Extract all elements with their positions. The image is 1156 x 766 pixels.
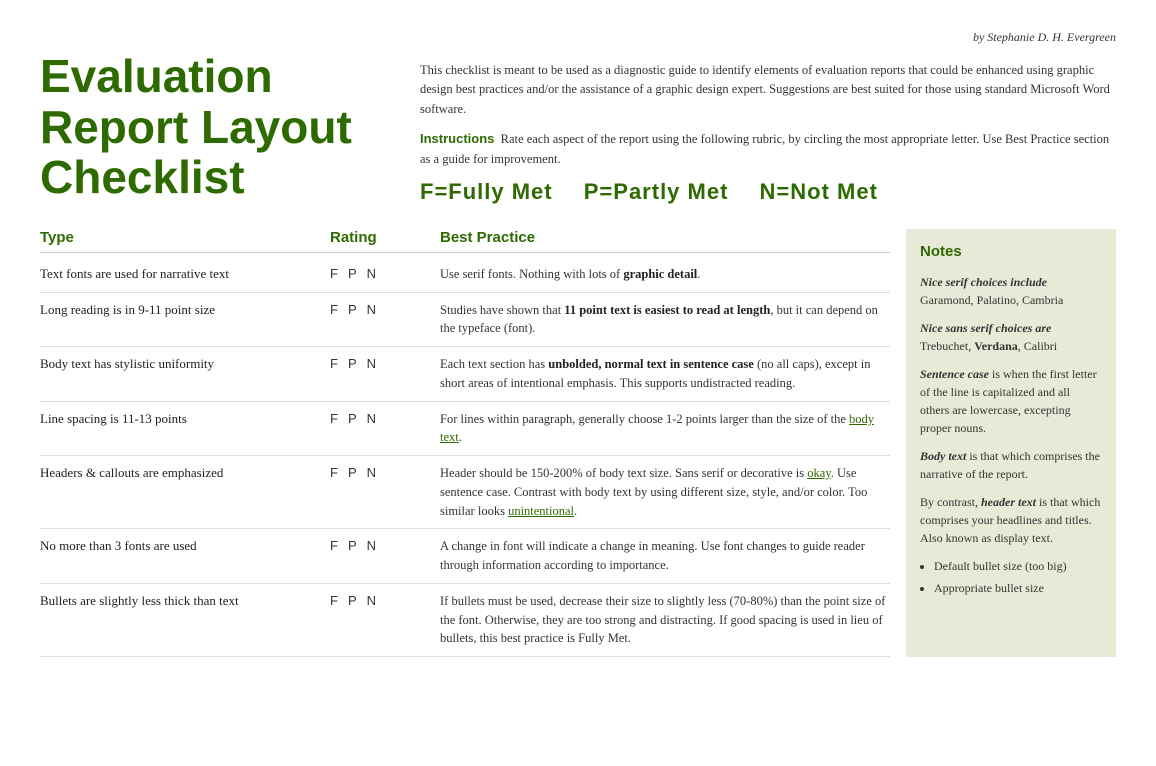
row-bp-5: Header should be 150-200% of body text s… — [440, 464, 890, 520]
rating-p-5[interactable]: P — [348, 465, 357, 480]
page-title: Evaluation Report Layout Checklist — [40, 51, 380, 203]
row-type-1: Text fonts are used for narrative text — [40, 265, 320, 283]
notes-sentence-label: Sentence case — [920, 367, 989, 381]
row-type-5: Headers & callouts are emphasized — [40, 464, 320, 482]
rating-p-4[interactable]: P — [348, 411, 357, 426]
list-item: Appropriate bullet size — [934, 579, 1102, 597]
table-row: Long reading is in 9-11 point size F P N… — [40, 293, 890, 348]
row-type-4: Line spacing is 11-13 points — [40, 410, 320, 428]
rating-p-1[interactable]: P — [348, 266, 357, 281]
row-rating-3: F P N — [320, 355, 440, 371]
byline: by Stephanie D. H. Evergreen — [40, 30, 1116, 45]
rating-f-2[interactable]: F — [330, 302, 338, 317]
notes-title: Notes — [920, 241, 1102, 264]
row-bp-2: Studies have shown that 11 point text is… — [440, 301, 890, 339]
rating-n-3[interactable]: N — [367, 356, 376, 371]
instructions-para: Instructions Rate each aspect of the rep… — [420, 129, 1116, 169]
table-row: Headers & callouts are emphasized F P N … — [40, 456, 890, 529]
list-item: Default bullet size (too big) — [934, 557, 1102, 575]
rating-p-7[interactable]: P — [348, 593, 357, 608]
notes-panel: Notes Nice serif choices include Garamon… — [906, 229, 1116, 657]
rating-n-1[interactable]: N — [367, 266, 376, 281]
table-row: Text fonts are used for narrative text F… — [40, 257, 890, 293]
rating-n-7[interactable]: N — [367, 593, 376, 608]
row-rating-2: F P N — [320, 301, 440, 317]
rating-n-5[interactable]: N — [367, 465, 376, 480]
row-bp-4: For lines within paragraph, generally ch… — [440, 410, 890, 448]
checklist-table: Type Rating Best Practice Text fonts are… — [40, 229, 890, 657]
row-rating-1: F P N — [320, 265, 440, 281]
rating-n-2[interactable]: N — [367, 302, 376, 317]
row-bp-7: If bullets must be used, decrease their … — [440, 592, 890, 648]
notes-header-text: By contrast, header text is that which c… — [920, 493, 1102, 547]
notes-sans-label: Nice sans serif choices are — [920, 321, 1051, 335]
notes-body-label: Body text — [920, 449, 966, 463]
rating-p-2[interactable]: P — [348, 302, 357, 317]
rating-f-1[interactable]: F — [330, 266, 338, 281]
row-type-6: No more than 3 fonts are used — [40, 537, 320, 555]
column-headers: Type Rating Best Practice — [40, 229, 890, 253]
instructions-label: Instructions — [420, 131, 494, 146]
row-bp-1: Use serif fonts. Nothing with lots of gr… — [440, 265, 890, 284]
row-type-7: Bullets are slightly less thick than tex… — [40, 592, 320, 610]
row-rating-7: F P N — [320, 592, 440, 608]
rating-f-3[interactable]: F — [330, 356, 338, 371]
rating-p-6[interactable]: P — [348, 538, 357, 553]
rubric-f: F=Fully Met — [420, 179, 553, 204]
row-rating-6: F P N — [320, 537, 440, 553]
rating-f-4[interactable]: F — [330, 411, 338, 426]
col-type: Type — [40, 229, 320, 246]
row-bp-3: Each text section has unbolded, normal t… — [440, 355, 890, 393]
row-rating-4: F P N — [320, 410, 440, 426]
notes-bullets-list: Default bullet size (too big) Appropriat… — [934, 557, 1102, 597]
table-row: Line spacing is 11-13 points F P N For l… — [40, 402, 890, 457]
row-bp-6: A change in font will indicate a change … — [440, 537, 890, 575]
intro-text: This checklist is meant to be used as a … — [420, 61, 1116, 119]
table-row: Body text has stylistic uniformity F P N… — [40, 347, 890, 402]
row-type-2: Long reading is in 9-11 point size — [40, 301, 320, 319]
rubric-p: P=Partly Met — [584, 179, 729, 204]
notes-serif: Nice serif choices include Garamond, Pal… — [920, 273, 1102, 309]
row-rating-5: F P N — [320, 464, 440, 480]
notes-sentence-case: Sentence case is when the first letter o… — [920, 365, 1102, 437]
rating-n-4[interactable]: N — [367, 411, 376, 426]
notes-header-label: header text — [981, 495, 1036, 509]
rating-f-7[interactable]: F — [330, 593, 338, 608]
rating-f-6[interactable]: F — [330, 538, 338, 553]
rating-f-5[interactable]: F — [330, 465, 338, 480]
table-row: No more than 3 fonts are used F P N A ch… — [40, 529, 890, 584]
col-rating: Rating — [320, 229, 440, 246]
col-best-practice: Best Practice — [440, 229, 890, 246]
rubric-line: F=Fully Met P=Partly Met N=Not Met — [420, 179, 1116, 205]
table-row: Bullets are slightly less thick than tex… — [40, 584, 890, 657]
notes-body-text: Body text is that which comprises the na… — [920, 447, 1102, 483]
notes-serif-label: Nice serif choices include — [920, 275, 1047, 289]
notes-sans-serif: Nice sans serif choices are Trebuchet, V… — [920, 319, 1102, 355]
instructions-text: Rate each aspect of the report using the… — [420, 132, 1109, 165]
row-type-3: Body text has stylistic uniformity — [40, 355, 320, 373]
rating-p-3[interactable]: P — [348, 356, 357, 371]
rating-n-6[interactable]: N — [367, 538, 376, 553]
rubric-n: N=Not Met — [760, 179, 878, 204]
main-content: Type Rating Best Practice Text fonts are… — [40, 229, 1116, 657]
